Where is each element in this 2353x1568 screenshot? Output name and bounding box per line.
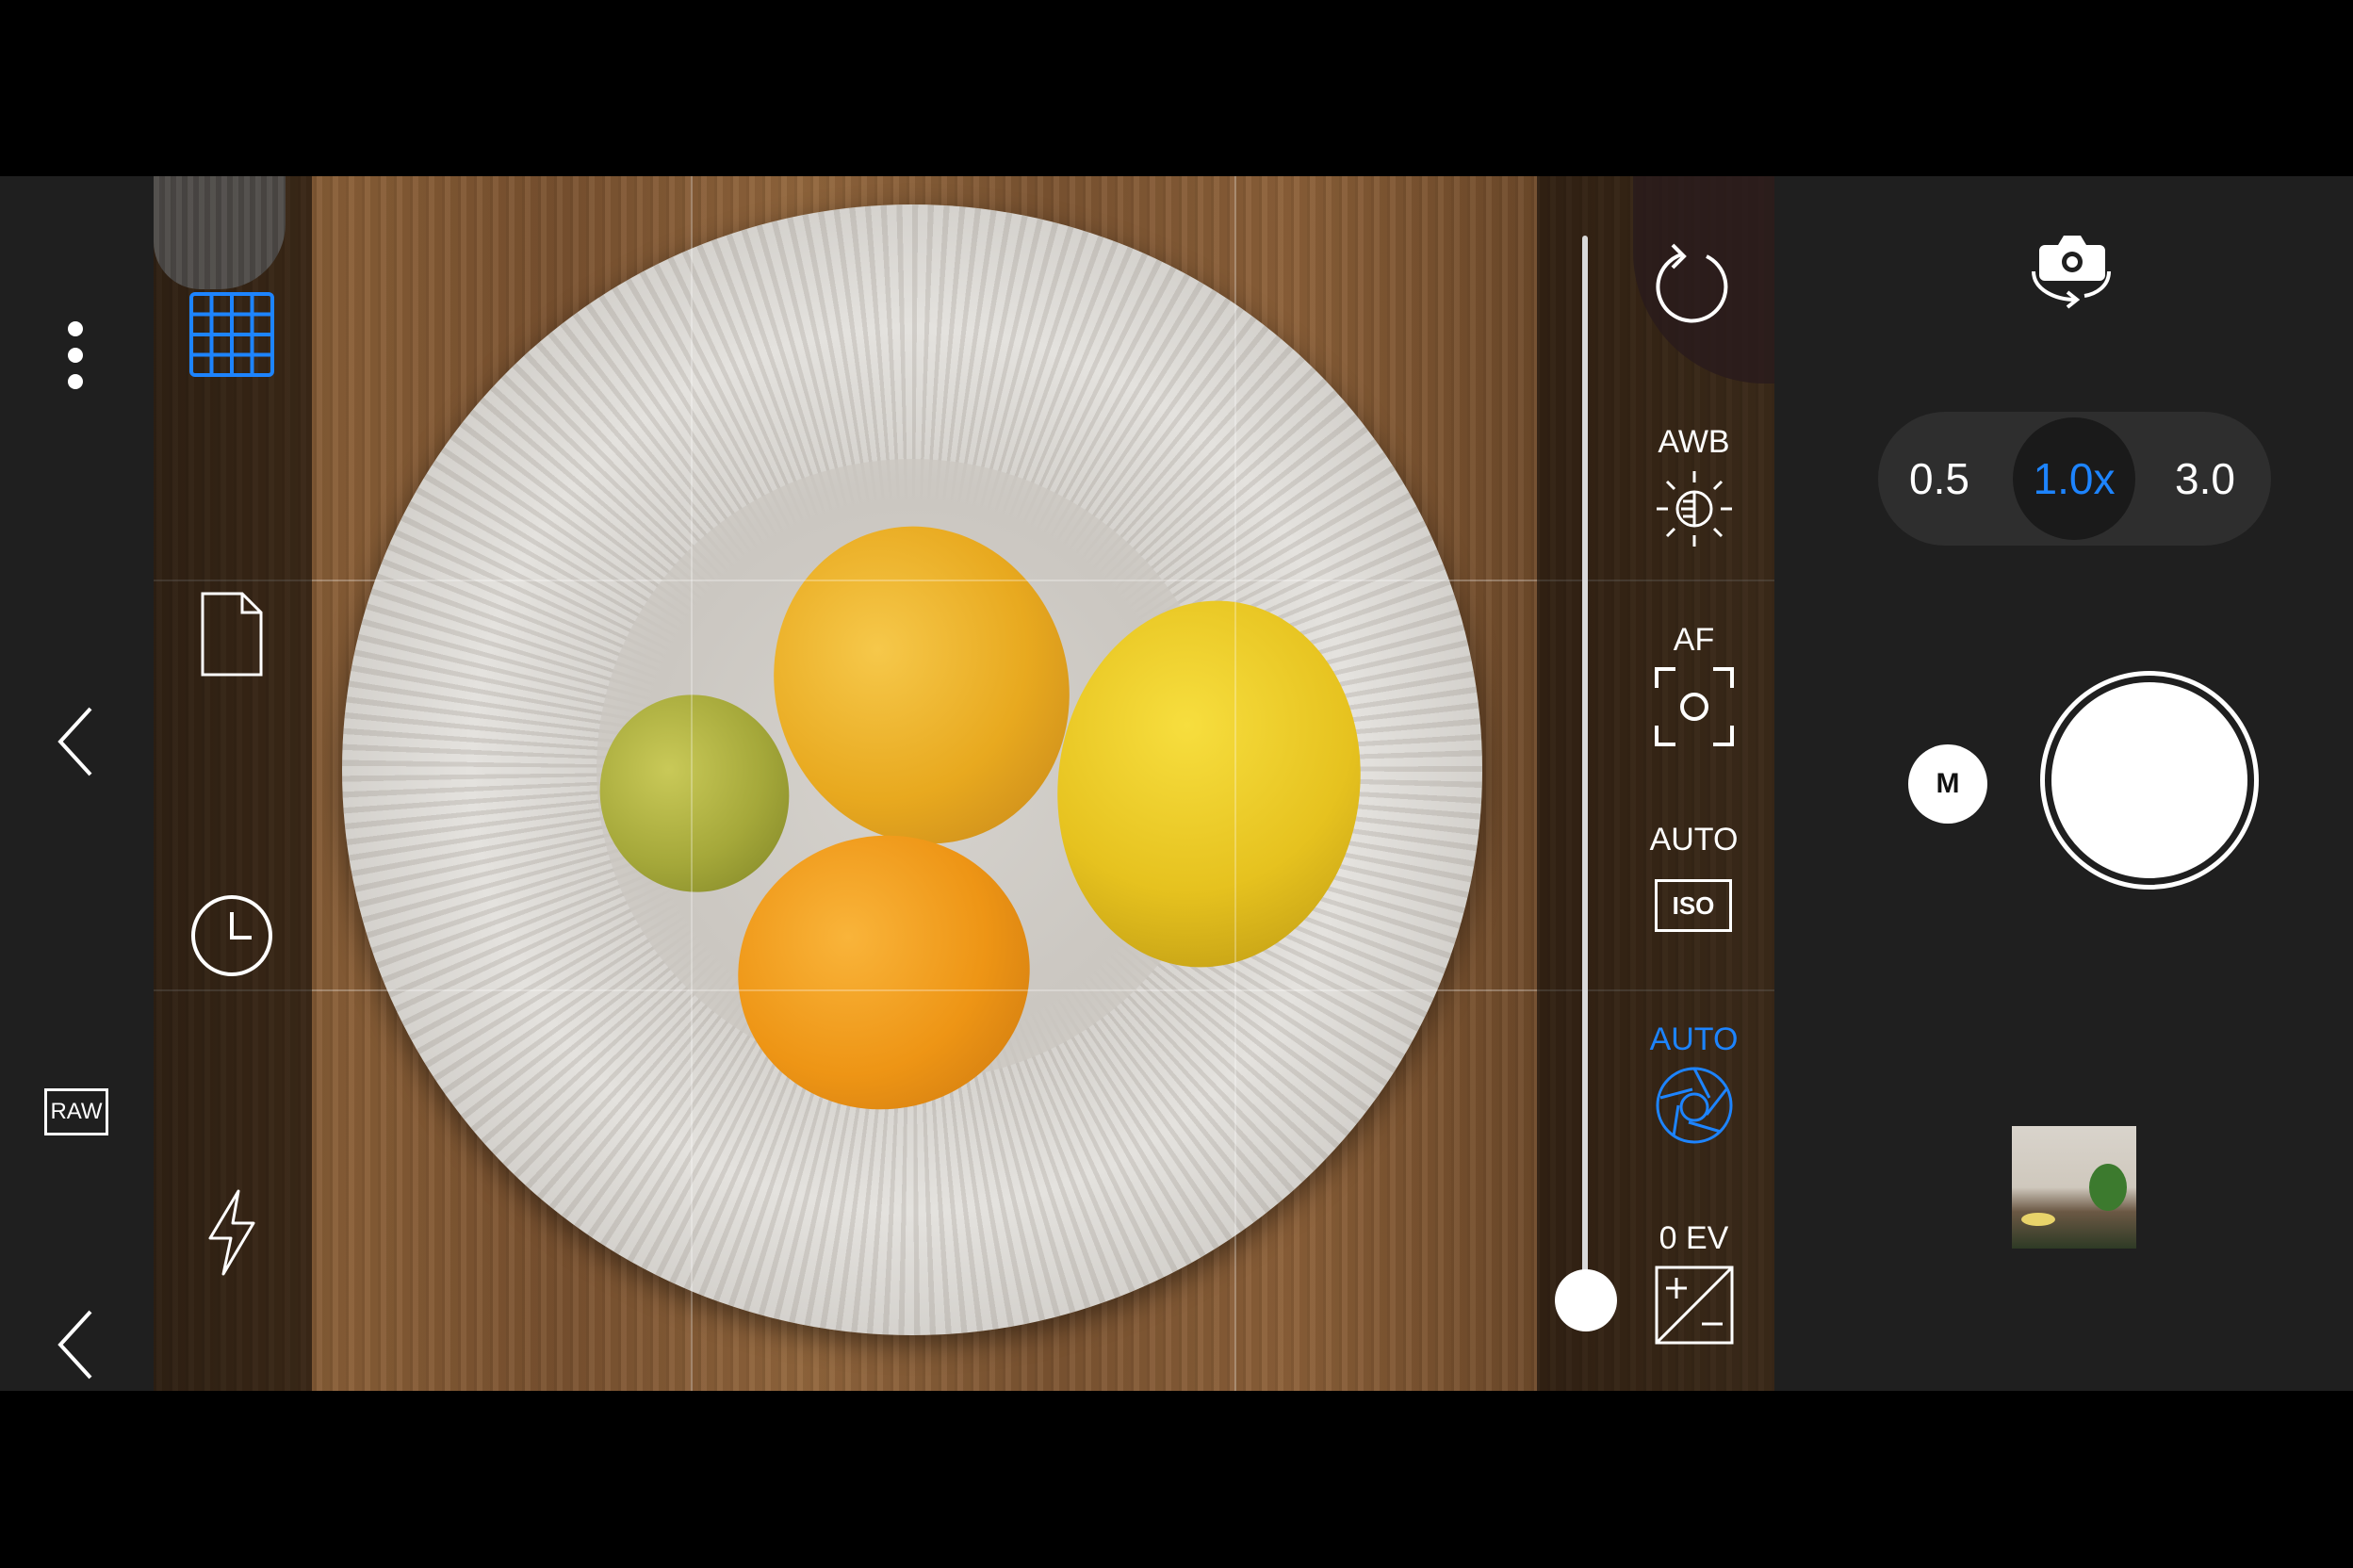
grid-icon[interactable]: [188, 291, 275, 378]
white-balance-label: AWB: [1658, 424, 1730, 460]
iso-value-label: AUTO: [1649, 822, 1739, 858]
right-tool-shade: [1537, 176, 1774, 1391]
flash-icon[interactable]: [203, 1189, 261, 1276]
focus-icon[interactable]: [1654, 666, 1735, 747]
grid-line: [154, 989, 1774, 991]
timer-icon[interactable]: [188, 892, 275, 979]
iso-icon[interactable]: ISO: [1655, 879, 1732, 932]
raw-toggle[interactable]: RAW: [44, 1088, 108, 1135]
chevron-left-icon[interactable]: [52, 704, 99, 779]
grid-line: [691, 176, 693, 1391]
shutter-speed-label: AUTO: [1649, 1021, 1739, 1057]
camera-screen: RAW AWB AF AUTO ISO AUTO 0 EV 0.5 1.0x 3…: [0, 176, 2353, 1391]
zoom-option-3x[interactable]: 3.0: [2144, 412, 2266, 546]
exposure-slider-track[interactable]: [1582, 236, 1588, 1300]
zoom-selector: 0.5 1.0x 3.0: [1878, 412, 2271, 546]
more-vertical-icon[interactable]: [52, 318, 99, 393]
grid-line: [1234, 176, 1236, 1391]
viewfinder[interactable]: [154, 176, 1774, 1391]
zoom-option-0-5[interactable]: 0.5: [1878, 412, 2001, 546]
switch-camera-icon[interactable]: [2026, 228, 2116, 313]
chevron-left-icon[interactable]: [52, 1307, 99, 1382]
white-balance-icon[interactable]: [1654, 468, 1735, 549]
shutter-button[interactable]: [2040, 671, 2259, 890]
file-format-icon[interactable]: [198, 591, 266, 678]
manual-mode-button[interactable]: M: [1908, 744, 1987, 824]
reset-icon[interactable]: [1651, 240, 1736, 325]
ev-label: 0 EV: [1659, 1220, 1729, 1256]
last-photo-thumbnail[interactable]: [2012, 1126, 2136, 1249]
grid-line: [154, 580, 1774, 581]
exposure-compensation-icon[interactable]: [1654, 1265, 1735, 1346]
af-label: AF: [1673, 622, 1715, 658]
zoom-option-1x[interactable]: 1.0x: [2013, 417, 2135, 540]
exposure-slider-knob[interactable]: [1555, 1269, 1617, 1331]
aperture-icon[interactable]: [1654, 1065, 1735, 1146]
